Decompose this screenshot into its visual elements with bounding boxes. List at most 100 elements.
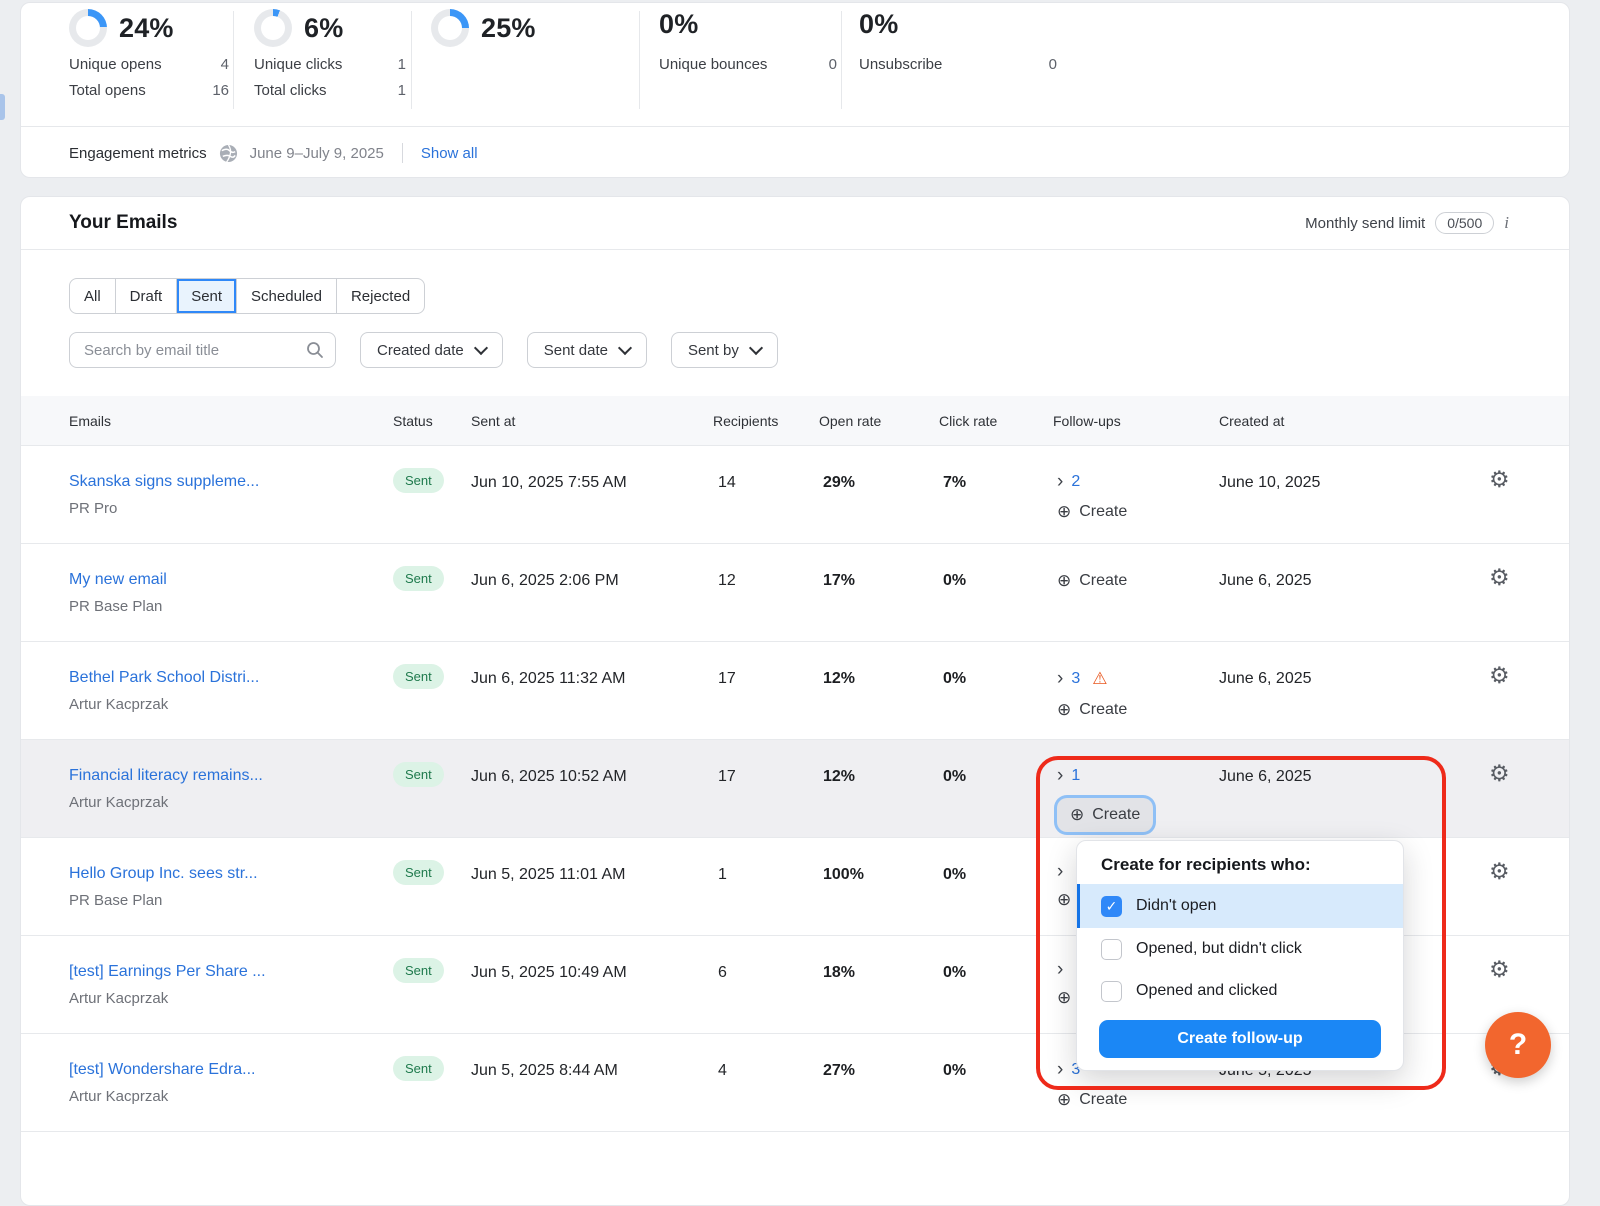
sent-at: Jun 6, 2025 2:06 PM	[471, 544, 713, 590]
tab-all[interactable]: All	[70, 279, 116, 313]
create-label: Create	[1079, 572, 1127, 590]
metric-label: Total opens	[69, 82, 146, 99]
table-row: My new email PR Base Plan Sent Jun 6, 20…	[21, 544, 1569, 642]
circle-plus-icon: ⊕	[1057, 502, 1071, 522]
open-rate: 12%	[819, 642, 939, 688]
show-all-link[interactable]: Show all	[421, 145, 478, 162]
followups-count-link[interactable]: 2	[1071, 473, 1080, 491]
option-opened-not-clicked[interactable]: Opened, but didn't click	[1077, 928, 1403, 970]
metric-label: Unique clicks	[254, 56, 342, 73]
gear-icon[interactable]: ⚙	[1489, 956, 1510, 982]
status-badge: Sent	[393, 958, 444, 983]
tab-draft[interactable]: Draft	[116, 279, 178, 313]
email-title-link[interactable]: [test] Wondershare Edra...	[69, 1061, 393, 1079]
tab-sent[interactable]: Sent	[177, 279, 237, 313]
chevron-right-icon[interactable]: ›	[1057, 672, 1063, 686]
email-title-link[interactable]: [test] Earnings Per Share ...	[69, 963, 393, 981]
open-rate: 17%	[819, 544, 939, 590]
sent-at: Jun 5, 2025 8:44 AM	[471, 1034, 713, 1080]
chevron-down-icon	[474, 341, 488, 355]
tab-scheduled[interactable]: Scheduled	[237, 279, 337, 313]
status-badge: Sent	[393, 762, 444, 787]
filter-label: Sent date	[544, 342, 608, 359]
recipients: 12	[713, 544, 819, 590]
create-followup-button[interactable]: ⊕Create	[1057, 700, 1219, 720]
create-followup-button[interactable]: ⊕Create	[1057, 1090, 1219, 1110]
sent-at: Jun 5, 2025 11:01 AM	[471, 838, 713, 884]
create-followup-button[interactable]: ⊕Create	[1057, 502, 1219, 522]
metric-unique-clicks: 6% Unique clicks1 Total clicks1	[254, 3, 406, 125]
metric-unique-bounces: 0% Unique bounces0	[659, 3, 837, 125]
panel-header: Your Emails Monthly send limit 0/500 i	[21, 197, 1569, 250]
sent-at: Jun 5, 2025 10:49 AM	[471, 936, 713, 982]
metric-value: 24%	[119, 13, 174, 44]
email-subtitle: PR Base Plan	[69, 892, 393, 909]
chevron-right-icon[interactable]: ›	[1057, 865, 1063, 879]
created-at: June 10, 2025	[1219, 446, 1419, 492]
info-icon[interactable]: i	[1504, 213, 1509, 233]
metric-count: 1	[398, 56, 406, 73]
open-rate: 12%	[819, 740, 939, 786]
create-followup-button-focused[interactable]: ⊕Create	[1057, 798, 1153, 832]
help-button[interactable]: ?	[1485, 1012, 1551, 1078]
recipients: 1	[713, 838, 819, 884]
open-rate: 29%	[819, 446, 939, 492]
email-subtitle: Artur Kacprzak	[69, 990, 393, 1007]
col-created-at: Created at	[1219, 396, 1419, 445]
email-title-link[interactable]: Skanska signs suppleme...	[69, 473, 393, 491]
circle-plus-icon: ⊕	[1057, 700, 1071, 720]
click-rate: 0%	[939, 838, 1053, 884]
circle-plus-icon: ⊕	[1057, 571, 1071, 591]
chevron-down-icon	[618, 341, 632, 355]
table-row: Skanska signs suppleme... PR Pro Sent Ju…	[21, 446, 1569, 544]
open-rate: 18%	[819, 936, 939, 982]
click-rate: 0%	[939, 544, 1053, 590]
option-opened-and-clicked[interactable]: Opened and clicked	[1077, 970, 1403, 1012]
sent-date-filter[interactable]: Sent date	[527, 332, 647, 368]
recipients: 4	[713, 1034, 819, 1080]
email-subtitle: PR Base Plan	[69, 598, 393, 615]
metric-count: 0	[829, 56, 837, 73]
status-badge: Sent	[393, 468, 444, 493]
sent-by-filter[interactable]: Sent by	[671, 332, 778, 368]
email-title-link[interactable]: Hello Group Inc. sees str...	[69, 865, 393, 883]
followups-count-link[interactable]: 3	[1071, 670, 1080, 688]
metric-label: Unsubscribe	[859, 56, 942, 73]
created-date-filter[interactable]: Created date	[360, 332, 503, 368]
gear-icon[interactable]: ⚙	[1489, 466, 1510, 492]
create-followup-button[interactable]: ⊕ Create	[1057, 571, 1219, 591]
gear-icon[interactable]: ⚙	[1489, 760, 1510, 786]
status-badge: Sent	[393, 664, 444, 689]
create-followup-submit-button[interactable]: Create follow-up	[1099, 1020, 1381, 1058]
engagement-metrics-footer: Engagement metrics June 9–July 9, 2025 S…	[21, 126, 1569, 179]
sent-at: Jun 10, 2025 7:55 AM	[471, 446, 713, 492]
email-title-link[interactable]: Financial literacy remains...	[69, 767, 393, 785]
followups-count-link[interactable]: 1	[1071, 767, 1080, 785]
gear-icon[interactable]: ⚙	[1489, 564, 1510, 590]
chevron-right-icon[interactable]: ›	[1057, 769, 1063, 783]
checkbox-checked-icon[interactable]: ✓	[1101, 896, 1122, 917]
sent-at: Jun 6, 2025 10:52 AM	[471, 740, 713, 786]
search-input[interactable]	[69, 332, 336, 368]
email-title-link[interactable]: Bethel Park School Distri...	[69, 669, 393, 687]
create-label: Create	[1092, 806, 1140, 824]
donut-chart-clicks	[254, 9, 292, 47]
chevron-right-icon[interactable]: ›	[1057, 1063, 1063, 1077]
gear-icon[interactable]: ⚙	[1489, 858, 1510, 884]
tab-rejected[interactable]: Rejected	[337, 279, 424, 313]
metric-third: 25%	[431, 3, 611, 125]
chevron-right-icon[interactable]: ›	[1057, 963, 1063, 977]
gear-icon[interactable]: ⚙	[1489, 662, 1510, 688]
metric-value: 6%	[304, 13, 343, 44]
status-badge: Sent	[393, 566, 444, 591]
metric-count: 1	[398, 82, 406, 99]
engagement-metrics-label: Engagement metrics	[69, 145, 207, 162]
open-rate: 27%	[819, 1034, 939, 1080]
checkbox-unchecked[interactable]	[1101, 981, 1122, 1002]
metric-count: 0	[1049, 56, 1057, 73]
chevron-right-icon[interactable]: ›	[1057, 475, 1063, 489]
checkbox-unchecked[interactable]	[1101, 939, 1122, 960]
option-didnt-open[interactable]: ✓ Didn't open	[1077, 884, 1403, 928]
search-box	[69, 332, 336, 368]
email-title-link[interactable]: My new email	[69, 571, 393, 589]
